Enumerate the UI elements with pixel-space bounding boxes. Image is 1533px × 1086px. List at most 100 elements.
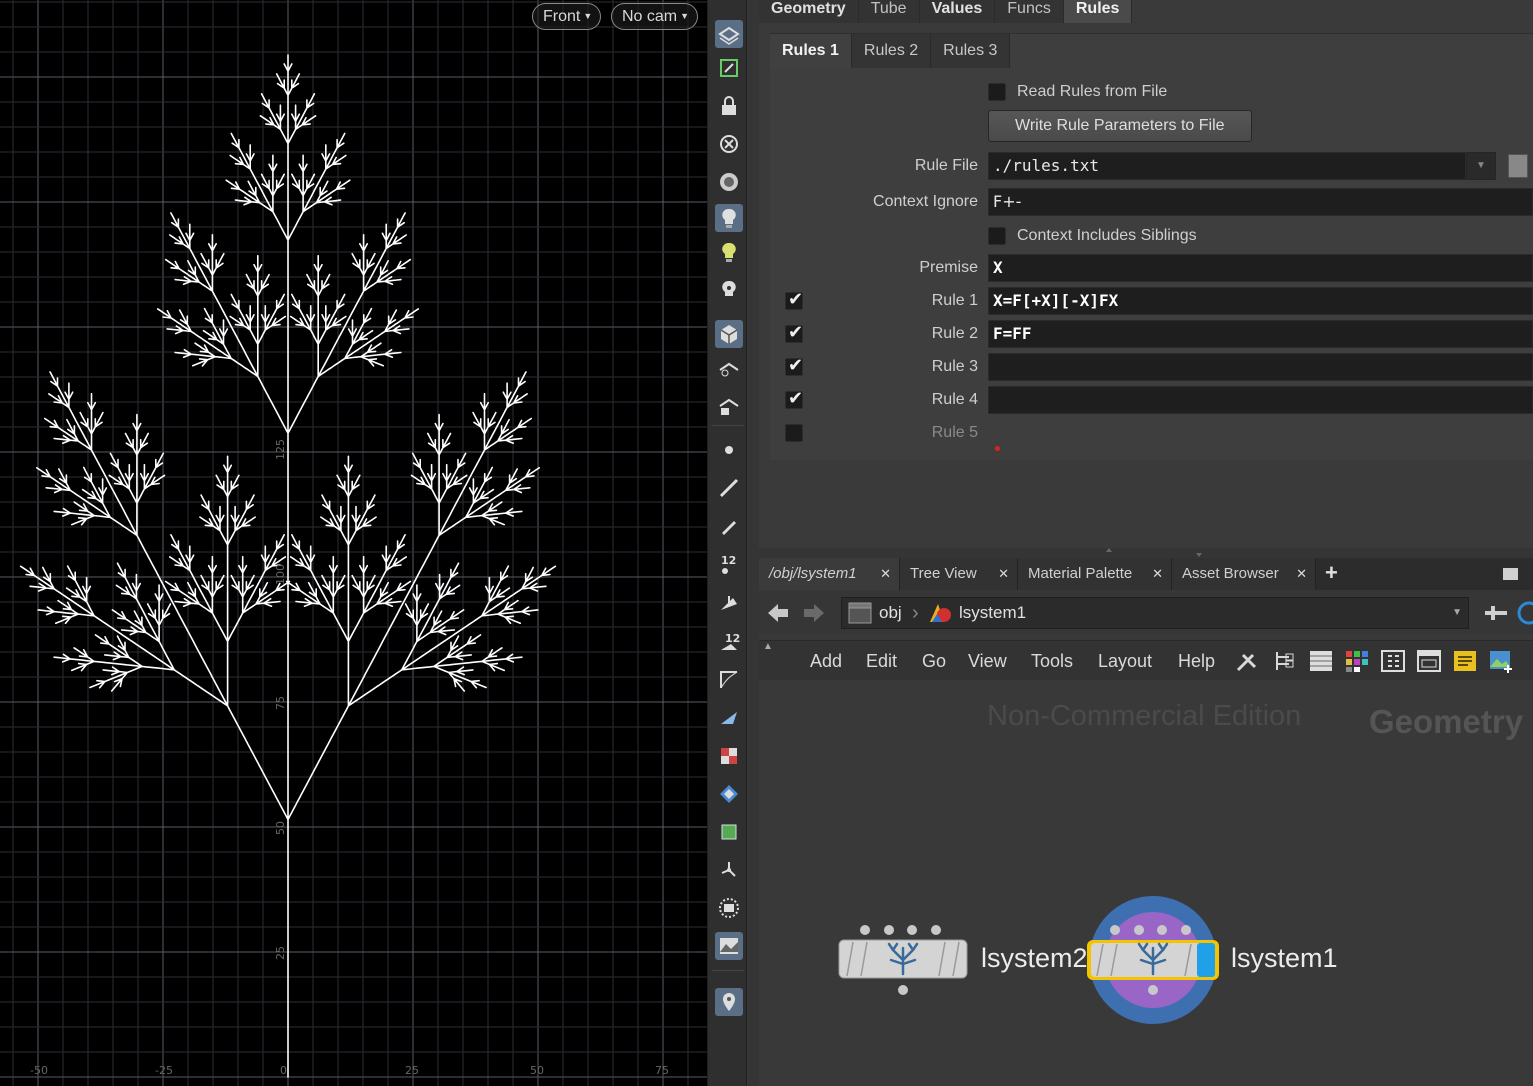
pivot-icon[interactable] bbox=[715, 856, 743, 884]
read-rules-checkbox[interactable] bbox=[988, 83, 1006, 101]
input-connector[interactable] bbox=[907, 925, 917, 935]
file-chooser-icon[interactable] bbox=[1508, 154, 1528, 178]
number-points-icon[interactable]: 12 bbox=[715, 550, 743, 578]
node-lsystem1[interactable] bbox=[1085, 894, 1221, 1026]
tab-rules-1[interactable]: Rules 1 bbox=[770, 34, 852, 68]
tab-geometry[interactable]: Geometry bbox=[759, 0, 859, 23]
node-lsystem1-label[interactable]: lsystem1 bbox=[1231, 943, 1338, 974]
path-obj[interactable]: obj bbox=[879, 598, 902, 628]
premise-field[interactable]: X bbox=[988, 254, 1533, 282]
tab-material-palette[interactable]: Material Palette ✕ bbox=[1018, 558, 1172, 590]
color-palette-icon[interactable] bbox=[1344, 649, 1370, 673]
rule-file-dropdown[interactable]: ▼ bbox=[1466, 152, 1496, 180]
brush-icon[interactable] bbox=[715, 474, 743, 502]
rule-enable-checkbox[interactable]: ✔ bbox=[785, 289, 803, 310]
pane-divider-vertical[interactable] bbox=[748, 0, 759, 1086]
menu-edit[interactable]: Edit bbox=[866, 641, 897, 681]
background-image-icon[interactable] bbox=[715, 932, 743, 960]
rule-file-field[interactable]: ./rules.txt bbox=[988, 152, 1466, 180]
rule-field[interactable]: F=FF bbox=[988, 320, 1533, 348]
wrench-icon[interactable] bbox=[1235, 649, 1261, 673]
add-tab-button[interactable]: + bbox=[1325, 558, 1338, 588]
select-mode-icon[interactable] bbox=[715, 20, 743, 48]
rule-enable-checkbox[interactable]: ✔ bbox=[785, 388, 803, 409]
node-lsystem2[interactable] bbox=[837, 920, 973, 1000]
texture-icon[interactable] bbox=[715, 742, 743, 770]
rule-enable-checkbox[interactable]: ✔ bbox=[785, 322, 803, 343]
output-connector[interactable] bbox=[1148, 985, 1158, 995]
path-lsystem1[interactable]: lsystem1 bbox=[959, 598, 1026, 628]
number-prims-icon[interactable]: 12 bbox=[715, 628, 743, 656]
bounding-box-icon[interactable] bbox=[715, 818, 743, 846]
input-connector[interactable] bbox=[1110, 925, 1120, 935]
camera-icon[interactable] bbox=[715, 168, 743, 196]
tab-funcs[interactable]: Funcs bbox=[995, 0, 1064, 23]
background-image-icon[interactable] bbox=[1488, 649, 1514, 673]
tab-tube[interactable]: Tube bbox=[858, 0, 920, 23]
close-icon[interactable]: ✕ bbox=[998, 558, 1009, 590]
display-flag[interactable] bbox=[1197, 943, 1215, 977]
node-lsystem2-label[interactable]: lsystem2 bbox=[981, 943, 1088, 974]
collapse-up-icon[interactable] bbox=[1106, 548, 1112, 552]
rule-field[interactable] bbox=[988, 386, 1533, 414]
light-icon[interactable] bbox=[715, 204, 743, 232]
curve-icon[interactable] bbox=[715, 666, 743, 694]
menu-view[interactable]: View bbox=[968, 641, 1007, 681]
ghost-icon[interactable] bbox=[715, 356, 743, 384]
forward-arrow-icon[interactable] bbox=[801, 600, 827, 626]
tab-asset-browser[interactable]: Asset Browser ✕ bbox=[1172, 558, 1316, 590]
headlight-icon[interactable] bbox=[715, 276, 743, 304]
tab-network-path[interactable]: /obj/lsystem1 ✕ bbox=[759, 558, 900, 590]
close-icon[interactable]: ✕ bbox=[1152, 558, 1163, 590]
network-box-icon[interactable] bbox=[1416, 649, 1442, 673]
tree-layout-icon[interactable] bbox=[1272, 649, 1298, 673]
context-ignore-field[interactable]: F+- bbox=[988, 188, 1533, 216]
tab-rules[interactable]: Rules bbox=[1063, 0, 1133, 23]
menu-tools[interactable]: Tools bbox=[1031, 641, 1073, 681]
snap-icon[interactable] bbox=[715, 130, 743, 158]
pane-divider-horizontal[interactable] bbox=[759, 548, 1533, 558]
menu-add[interactable]: Add bbox=[810, 641, 842, 681]
grid-icon[interactable] bbox=[1380, 649, 1406, 673]
network-path-field[interactable]: obj › lsystem1 ▼ bbox=[841, 597, 1469, 629]
chevron-down-icon[interactable]: ▼ bbox=[1452, 598, 1462, 628]
camera-menu-button[interactable]: No cam ▼ bbox=[611, 3, 699, 30]
input-connector[interactable] bbox=[1157, 925, 1167, 935]
pen-icon[interactable] bbox=[715, 512, 743, 540]
sticky-note-icon[interactable] bbox=[1452, 649, 1478, 673]
tab-rules-2[interactable]: Rules 2 bbox=[851, 34, 932, 68]
network-editor[interactable]: /obj/lsystem1 ✕ Tree View ✕ Material Palet… bbox=[759, 558, 1533, 1086]
collapse-down-icon[interactable] bbox=[1196, 553, 1202, 557]
write-rules-button[interactable]: Write Rule Parameters to File bbox=[988, 110, 1252, 142]
reference-plane-icon[interactable] bbox=[715, 780, 743, 808]
menu-layout[interactable]: Layout bbox=[1098, 641, 1152, 681]
menu-go[interactable]: Go bbox=[922, 641, 946, 681]
input-connector[interactable] bbox=[860, 925, 870, 935]
safe-area-icon[interactable] bbox=[715, 894, 743, 922]
context-siblings-checkbox[interactable] bbox=[988, 227, 1006, 245]
back-arrow-icon[interactable] bbox=[765, 600, 791, 626]
rule-enable-checkbox[interactable]: ✔ bbox=[785, 355, 803, 376]
pin-icon[interactable] bbox=[715, 988, 743, 1016]
pin-icon[interactable] bbox=[1483, 602, 1511, 624]
input-connector[interactable] bbox=[931, 925, 941, 935]
list-view-icon[interactable] bbox=[1308, 649, 1334, 673]
lock-icon[interactable] bbox=[715, 92, 743, 120]
output-connector[interactable] bbox=[898, 985, 908, 995]
tab-rules-3[interactable]: Rules 3 bbox=[931, 34, 1011, 68]
ghost-visualize-icon[interactable] bbox=[715, 392, 743, 420]
rule-enable-checkbox[interactable] bbox=[785, 424, 803, 442]
link-icon[interactable] bbox=[1515, 600, 1533, 626]
point-icon[interactable] bbox=[715, 436, 743, 464]
shading-icon[interactable] bbox=[715, 320, 743, 348]
tab-tree-view[interactable]: Tree View ✕ bbox=[900, 558, 1018, 590]
uv-icon[interactable] bbox=[715, 704, 743, 732]
menu-help[interactable]: Help bbox=[1178, 641, 1215, 681]
tab-values[interactable]: Values bbox=[919, 0, 996, 23]
rule-field[interactable] bbox=[988, 353, 1533, 381]
menu-collapse-icon[interactable]: ▲ bbox=[763, 641, 773, 652]
view-menu-button[interactable]: Front ▼ bbox=[532, 3, 602, 30]
input-connector[interactable] bbox=[1181, 925, 1191, 935]
input-connector[interactable] bbox=[884, 925, 894, 935]
display-options-icon[interactable] bbox=[715, 54, 743, 82]
